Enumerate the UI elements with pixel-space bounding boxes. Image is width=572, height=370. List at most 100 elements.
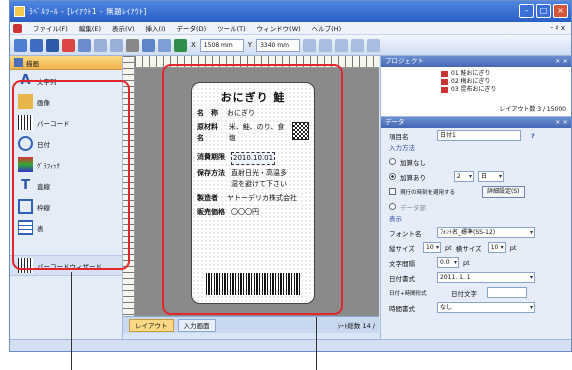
menu-tools[interactable]: ツール(T) — [217, 23, 246, 33]
height-unit: pt — [445, 243, 452, 252]
project-item[interactable]: 01 鮭おにぎり — [441, 70, 571, 78]
auto-time-label: 現行の時刻を適用する — [400, 189, 456, 196]
menu-view[interactable]: 表示(V) — [112, 23, 135, 33]
add-unit-select[interactable]: 日 — [478, 171, 504, 182]
undo-icon[interactable] — [94, 38, 107, 52]
project-header: プロジェクト × × — [381, 56, 571, 67]
datetime-label: 日付+時間形式 — [389, 290, 427, 297]
open-icon[interactable] — [30, 38, 43, 52]
maximize-button[interactable]: □ — [536, 4, 551, 18]
toolbar: X 1508 mm Y 3340 mm — [10, 35, 571, 56]
data-title: データ — [385, 118, 405, 126]
display-section: 表示 — [389, 215, 402, 223]
drawing-tools-title: 描画 — [26, 59, 39, 68]
tools-callout-line — [71, 272, 72, 370]
item-name-label: 項目名 — [389, 132, 409, 141]
app-icon — [14, 6, 25, 17]
height-size-label: 縦サイズ — [389, 244, 415, 253]
detail-settings-button[interactable]: 詳細設定(S) — [482, 185, 525, 198]
tools-callout-frame — [12, 80, 130, 270]
group-icon[interactable] — [335, 38, 349, 52]
close-icon[interactable]: × × — [555, 117, 568, 128]
menu-window[interactable]: ウィンドウ(W) — [257, 23, 301, 33]
cut-icon[interactable] — [126, 38, 139, 52]
layout-icon — [441, 86, 448, 93]
title-bar: ﾗﾍﾞﾙﾂｰﾙ - [ﾚｲｱｳﾄ1 - 無題ﾚｲｱｳﾄ] – □ × — [10, 1, 571, 22]
canvas-callout-line — [316, 317, 317, 370]
project-item-label: 01 鮭おにぎり — [451, 70, 491, 77]
font-label: フォント名 — [389, 229, 422, 238]
data-field-radio[interactable] — [389, 203, 396, 210]
preview-icon[interactable] — [78, 38, 91, 52]
datetime-field[interactable] — [487, 287, 527, 298]
datetime-value: 日付文字 — [451, 289, 477, 298]
close-icon[interactable]: × × — [555, 56, 568, 67]
date-format-select[interactable]: 2011. 1. 1 — [437, 272, 535, 283]
window-controls: – □ × — [519, 4, 568, 18]
spacing-unit: pt — [463, 258, 470, 267]
grid-icon[interactable] — [367, 38, 381, 52]
radio-none-label: 加算なし — [400, 158, 426, 167]
menu-edit[interactable]: 編集(E) — [79, 23, 101, 33]
width-size-select[interactable]: 10 — [487, 242, 506, 253]
layout-icon — [441, 70, 448, 77]
y-coordinate-field[interactable]: 3340 mm — [256, 38, 301, 52]
add-value-select[interactable]: 2 — [454, 171, 474, 182]
status-bar — [10, 339, 571, 351]
print-icon[interactable] — [62, 38, 75, 52]
doc-window-controls[interactable]: - ♯ x — [550, 24, 565, 32]
time-format-select[interactable]: なし — [437, 302, 535, 313]
tab-input[interactable]: 入力画面 — [177, 318, 216, 332]
date-format-label: 日付書式 — [389, 274, 415, 283]
auto-time-row: 現行の時刻を適用する 詳細設定(S) — [381, 184, 571, 199]
menu-file[interactable]: ファイル(F) — [33, 23, 68, 33]
drawing-tools-header[interactable]: 描画 — [10, 56, 122, 70]
pointer-icon — [14, 58, 23, 67]
save-icon[interactable] — [46, 38, 59, 52]
item-name-row: 項目名 日付1? — [381, 128, 571, 143]
project-item-label: 03 昆布おにぎり — [451, 86, 497, 93]
window-title: ﾗﾍﾞﾙﾂｰﾙ - [ﾚｲｱｳﾄ1 - 無題ﾚｲｱｳﾄ] — [29, 7, 147, 16]
menu-help[interactable]: ヘルプ(H) — [312, 23, 341, 33]
spacing-select[interactable]: 0.0 — [437, 257, 459, 268]
size-row: 縦サイズ10pt横サイズ10pt — [381, 240, 571, 255]
radio-add[interactable] — [389, 173, 396, 180]
paste-icon[interactable] — [158, 38, 171, 52]
width-size-label: 横サイズ — [455, 244, 482, 253]
minimize-button[interactable]: – — [519, 4, 534, 18]
project-item[interactable]: 02 梅おにぎり — [441, 78, 571, 86]
auto-time-checkbox[interactable] — [389, 188, 396, 195]
canvas-callout-frame — [162, 64, 343, 315]
x-coordinate-field[interactable]: 1508 mm — [199, 38, 244, 52]
close-button[interactable]: × — [553, 4, 568, 18]
redo-icon[interactable] — [110, 38, 123, 52]
layout-icon — [441, 78, 448, 85]
tab-layout[interactable]: レイアウト — [129, 318, 174, 332]
radio-none-row[interactable]: 加算なし — [381, 154, 571, 169]
new-icon[interactable] — [14, 38, 27, 52]
view-tabs: レイアウト 入力画面 ｼｰﾄ総数 14 / — [123, 316, 379, 333]
height-size-select[interactable]: 10 — [423, 242, 441, 253]
copy-icon[interactable] — [142, 38, 155, 52]
distribute-icon[interactable] — [319, 38, 333, 52]
item-name-field[interactable]: 日付1 — [437, 130, 521, 141]
date-format-row: 日付書式 2011. 1. 1 — [381, 270, 571, 285]
radio-add-row[interactable]: 加算あり 2日 — [381, 169, 571, 184]
properties-pane: プロジェクト × × 01 鮭おにぎり 02 梅おにぎり 03 昆布おにぎり レイ… — [380, 56, 571, 339]
align-icon[interactable] — [303, 38, 317, 52]
menu-data[interactable]: データ(D) — [177, 23, 207, 33]
project-item-label: 02 梅おにぎり — [451, 78, 491, 85]
project-status: レイアウト数 3 / 15000 — [499, 106, 566, 113]
help-icon[interactable]: ? — [531, 132, 535, 140]
menu-insert[interactable]: 挿入(I) — [146, 23, 166, 33]
zoom-icon[interactable] — [174, 38, 187, 52]
time-format-label: 時間書式 — [389, 304, 415, 313]
data-field-row: データ部 — [381, 199, 571, 214]
spacing-label: 文字間隔 — [389, 259, 415, 268]
radio-none[interactable] — [389, 158, 396, 165]
app-root: ﾗﾍﾞﾙﾂｰﾙ - [ﾚｲｱｳﾄ1 - 無題ﾚｲｱｳﾄ] – □ × ファイル(… — [0, 0, 572, 370]
order-icon[interactable] — [351, 38, 365, 52]
font-select[interactable]: ﾌｫﾝﾄ名_標準(SS-12) — [437, 227, 535, 238]
font-row: フォント名 ﾌｫﾝﾄ名_標準(SS-12) — [381, 225, 571, 240]
project-item[interactable]: 03 昆布おにぎり — [441, 86, 571, 94]
